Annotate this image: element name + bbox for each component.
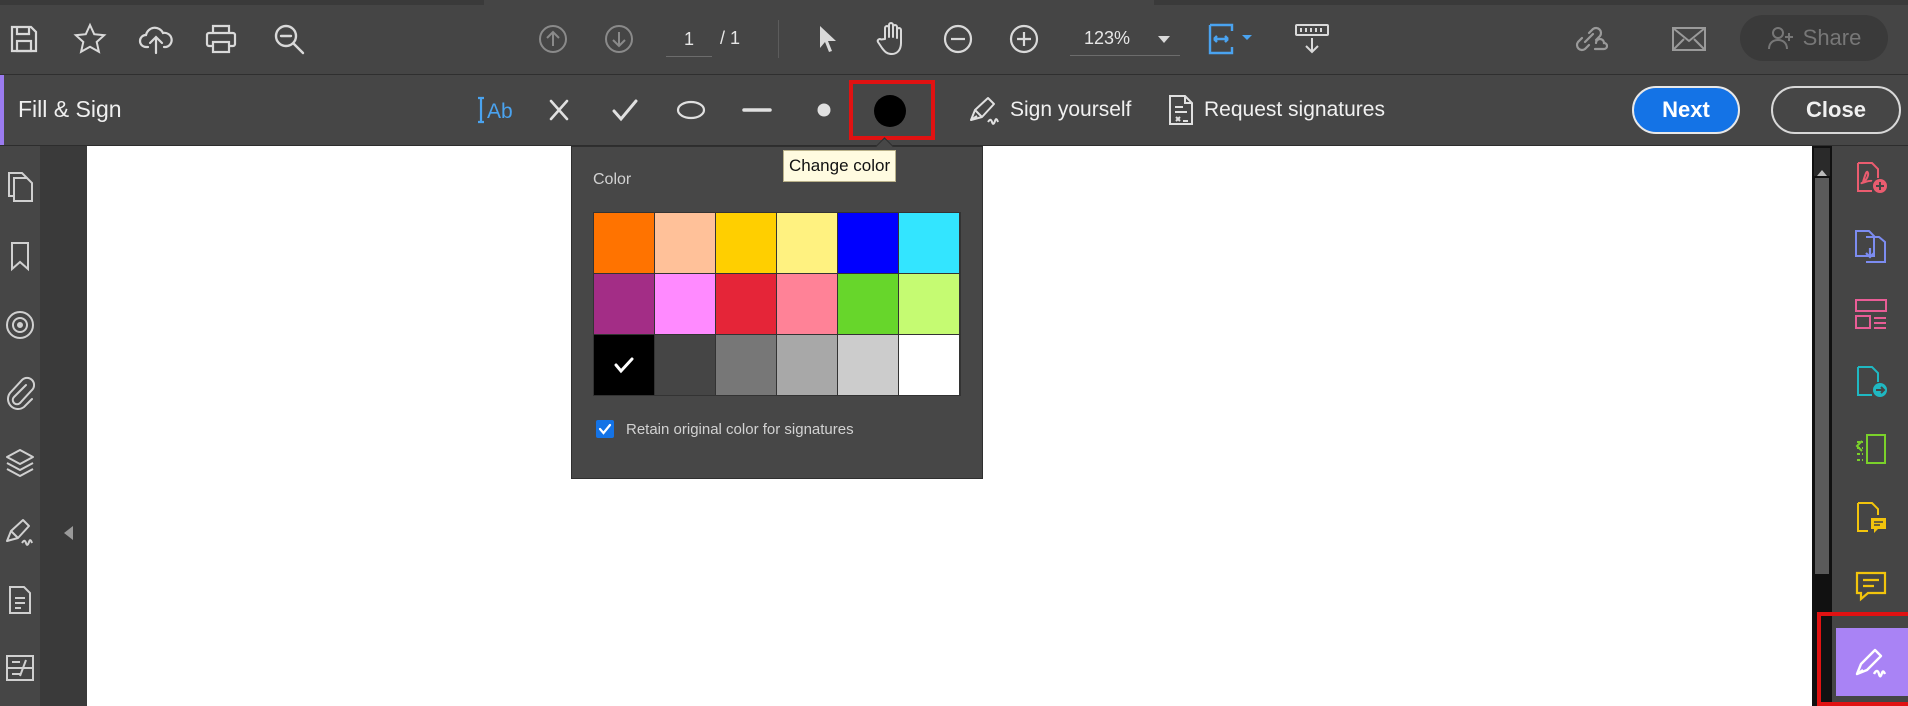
color-swatch[interactable] xyxy=(899,213,959,273)
pen-sign-icon xyxy=(970,97,999,125)
layers-icon[interactable] xyxy=(0,441,40,485)
color-swatch[interactable] xyxy=(594,213,654,273)
share-user-icon xyxy=(1767,27,1793,50)
color-swatch[interactable] xyxy=(655,335,715,395)
main-toolbar: 1 / 1 123% Share xyxy=(0,0,1908,75)
color-swatch[interactable] xyxy=(594,274,654,334)
attachments-icon[interactable] xyxy=(0,371,40,415)
page-thumbnails-icon[interactable] xyxy=(0,165,40,209)
page-down-icon[interactable] xyxy=(597,17,641,61)
checkmark-icon[interactable] xyxy=(603,88,647,132)
add-text-icon[interactable]: Ab xyxy=(472,88,520,132)
next-button[interactable]: Next xyxy=(1632,86,1740,134)
layers-target-icon[interactable] xyxy=(0,303,40,347)
fill-sign-toolbar: Fill & Sign Ab Sign yourself Request sig… xyxy=(0,75,1908,146)
color-swatch[interactable] xyxy=(777,274,837,334)
signature-pen-icon[interactable] xyxy=(0,509,40,553)
mail-icon[interactable] xyxy=(1667,17,1711,61)
change-color-highlight xyxy=(849,80,935,140)
fit-page-icon[interactable] xyxy=(1202,17,1262,61)
zoom-out-icon[interactable] xyxy=(936,17,980,61)
change-color-tooltip: Change color xyxy=(783,150,897,182)
combine-files-icon[interactable] xyxy=(1850,224,1892,268)
close-button[interactable]: Close xyxy=(1771,86,1901,134)
save-icon[interactable] xyxy=(2,17,46,61)
organize-pages-icon[interactable] xyxy=(1850,292,1892,336)
search-zoom-icon[interactable] xyxy=(267,17,311,61)
color-swatch[interactable] xyxy=(716,274,776,334)
color-picker-popup: Color Retain original color for signatur… xyxy=(571,137,983,479)
retain-color-label[interactable]: Retain original color for signatures xyxy=(626,421,854,438)
zoom-level-select[interactable]: 123% xyxy=(1070,22,1180,56)
sign-yourself-button[interactable]: Sign yourself xyxy=(968,89,1131,131)
color-swatch[interactable] xyxy=(838,213,898,273)
share-button[interactable]: Share xyxy=(1740,15,1888,61)
edit-pdf-icon[interactable] xyxy=(1850,428,1892,472)
color-swatch[interactable] xyxy=(838,335,898,395)
color-swatch-grid xyxy=(593,212,961,396)
color-swatch[interactable] xyxy=(838,274,898,334)
request-signatures-label: Request signatures xyxy=(1204,98,1385,121)
color-swatch[interactable] xyxy=(655,274,715,334)
checkmark-icon xyxy=(598,423,612,435)
comment-document-icon[interactable] xyxy=(1850,496,1892,540)
ellipse-tool-icon[interactable] xyxy=(669,88,713,132)
page-number-input[interactable]: 1 xyxy=(666,22,712,57)
comment-icon[interactable] xyxy=(1850,564,1892,608)
zoom-in-icon[interactable] xyxy=(1002,17,1046,61)
line-tool-icon[interactable] xyxy=(735,88,779,132)
compare-icon[interactable] xyxy=(0,646,40,690)
selected-checkmark-icon xyxy=(614,357,634,374)
document-sign-icon xyxy=(1169,95,1193,125)
share-label: Share xyxy=(1802,25,1862,50)
bookmark-star-icon[interactable] xyxy=(68,17,112,61)
collapse-left-panel-icon[interactable] xyxy=(64,526,73,540)
page-up-icon[interactable] xyxy=(531,17,575,61)
zoom-value: 123% xyxy=(1084,28,1131,48)
print-icon[interactable] xyxy=(199,17,243,61)
color-swatch[interactable] xyxy=(777,213,837,273)
scroll-up-icon[interactable] xyxy=(1817,170,1827,176)
request-signatures-button[interactable]: Request signatures xyxy=(1166,89,1385,131)
fill-sign-tool-highlight xyxy=(1817,612,1908,706)
tab-strip xyxy=(0,0,1908,5)
tool-accent-bar xyxy=(0,75,4,145)
select-cursor-icon[interactable] xyxy=(806,17,850,61)
cross-mark-icon[interactable] xyxy=(537,88,581,132)
color-swatch[interactable] xyxy=(716,335,776,395)
color-swatch[interactable] xyxy=(716,213,776,273)
color-swatch[interactable] xyxy=(594,335,654,395)
color-swatch[interactable] xyxy=(655,213,715,273)
hand-tool-icon[interactable] xyxy=(870,17,914,61)
separator xyxy=(778,20,779,58)
sign-yourself-label: Sign yourself xyxy=(1010,98,1132,121)
export-pdf-icon[interactable] xyxy=(1850,360,1892,404)
fill-sign-title: Fill & Sign xyxy=(18,96,122,122)
dot-tool-icon[interactable] xyxy=(802,88,846,132)
scrollbar-thumb[interactable] xyxy=(1815,178,1829,574)
left-panel-gutter xyxy=(40,146,87,706)
document-properties-icon[interactable] xyxy=(0,578,40,622)
create-pdf-icon[interactable] xyxy=(1850,156,1892,200)
color-swatch[interactable] xyxy=(899,335,959,395)
link-icon[interactable] xyxy=(1567,17,1611,61)
svg-text:Ab: Ab xyxy=(487,100,513,123)
page-total: / 1 xyxy=(720,28,741,48)
retain-color-checkbox[interactable] xyxy=(596,420,614,438)
upload-cloud-icon[interactable] xyxy=(134,17,178,61)
color-popup-title: Color xyxy=(593,171,632,188)
chevron-down-icon xyxy=(1158,36,1170,43)
scroll-mode-icon[interactable] xyxy=(1290,17,1334,61)
color-swatch[interactable] xyxy=(899,274,959,334)
bookmarks-icon[interactable] xyxy=(0,234,40,278)
left-navigation-rail xyxy=(0,146,40,706)
color-swatch[interactable] xyxy=(777,335,837,395)
